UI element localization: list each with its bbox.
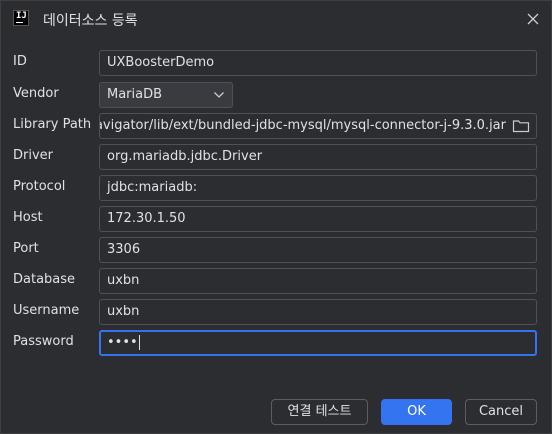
test-connection-button[interactable]: 연결 테스트: [271, 399, 368, 425]
id-field[interactable]: UXBoosterDemo: [99, 50, 537, 76]
close-icon[interactable]: [523, 9, 543, 29]
cancel-button[interactable]: Cancel: [465, 399, 537, 425]
port-row: Port 3306: [1, 237, 551, 263]
port-label: Port: [13, 241, 39, 256]
host-row: Host 172.30.1.50: [1, 206, 551, 232]
library-path-field[interactable]: avigator/lib/ext/bundled-jdbc-mysql/mysq…: [99, 113, 537, 139]
driver-field[interactable]: org.mariadb.jdbc.Driver: [99, 144, 537, 170]
vendor-select[interactable]: MariaDB: [99, 82, 233, 108]
driver-row: Driver org.mariadb.jdbc.Driver: [1, 144, 551, 170]
port-field[interactable]: 3306: [99, 237, 537, 263]
library-path-label: Library Path: [13, 117, 92, 132]
datasource-dialog: IJ 데이터소스 등록 ID UXBoosterDemo Vendor Mari…: [0, 0, 552, 434]
host-label: Host: [13, 210, 43, 225]
database-field[interactable]: uxbn: [99, 268, 537, 294]
vendor-selected-value: MariaDB: [107, 87, 163, 102]
username-label: Username: [13, 303, 80, 318]
ok-button[interactable]: OK: [381, 399, 452, 425]
text-cursor: [138, 335, 140, 350]
chevron-down-icon: [214, 92, 224, 98]
protocol-field[interactable]: jdbc:mariadb:: [99, 175, 537, 201]
id-row: ID UXBoosterDemo: [1, 50, 551, 76]
library-path-value: avigator/lib/ext/bundled-jdbc-mysql/mysq…: [99, 118, 506, 133]
dialog-title: 데이터소스 등록: [43, 13, 138, 29]
intellij-app-icon: IJ: [13, 10, 29, 26]
password-field[interactable]: ••••: [99, 330, 537, 356]
password-label: Password: [13, 334, 74, 349]
library-path-row: Library Path avigator/lib/ext/bundled-jd…: [1, 113, 551, 139]
username-field[interactable]: uxbn: [99, 299, 537, 325]
protocol-row: Protocol jdbc:mariadb:: [1, 175, 551, 201]
password-row: Password ••••: [1, 330, 551, 356]
password-masked-value: ••••: [107, 335, 138, 350]
vendor-row: Vendor MariaDB: [1, 82, 551, 108]
driver-label: Driver: [13, 148, 54, 163]
database-row: Database uxbn: [1, 268, 551, 294]
database-label: Database: [13, 272, 76, 287]
id-label: ID: [13, 54, 27, 69]
protocol-label: Protocol: [13, 179, 66, 194]
vendor-label: Vendor: [13, 86, 59, 101]
host-field[interactable]: 172.30.1.50: [99, 206, 537, 232]
title-bar: IJ 데이터소스 등록: [1, 1, 551, 37]
username-row: Username uxbn: [1, 299, 551, 325]
folder-icon[interactable]: [512, 119, 530, 133]
